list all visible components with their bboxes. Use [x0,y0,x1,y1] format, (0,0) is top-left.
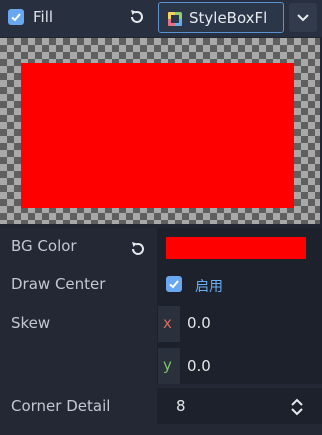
skew-value-area [157,304,322,384]
skew-y-axis-box: y [158,348,180,384]
checkmark-icon [169,280,179,289]
checkmark-icon [11,13,21,22]
reset-icon[interactable] [128,239,148,259]
up-down-arrows-icon[interactable] [291,398,303,416]
skew-y-input[interactable]: 0.0 [187,357,211,375]
stylebox-preview-fill [21,63,294,208]
stylebox-icon [168,12,182,26]
fill-label: Fill [33,8,54,26]
skew-label: Skew [11,314,51,332]
stylebox-label: StyleBoxFl [189,9,268,27]
resource-dropdown-button[interactable] [289,3,317,32]
skew-x-axis-box: x [158,306,180,342]
reset-icon[interactable] [127,7,147,27]
skew-x-input[interactable]: 0.0 [187,314,211,332]
bg-color-label: BG Color [11,237,77,255]
fill-checkbox[interactable] [8,9,24,25]
draw-center-label: Draw Center [11,275,106,293]
stylebox-resource-button[interactable]: StyleBoxFl [158,2,284,33]
corner-detail-label: Corner Detail [11,397,111,415]
skew-x-axis-letter: x [163,314,172,332]
draw-center-checkbox[interactable] [166,276,182,292]
corner-detail-value[interactable]: 8 [176,397,186,415]
bg-color-swatch[interactable] [166,237,306,259]
skew-y-axis-letter: y [163,356,172,374]
draw-center-enabled-text: 启用 [195,279,223,295]
chevron-down-icon [297,14,309,22]
